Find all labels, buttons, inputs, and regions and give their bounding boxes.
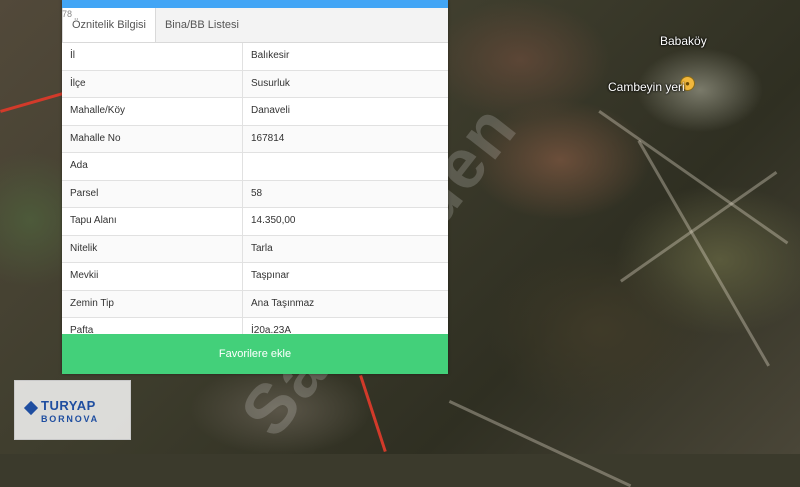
attribute-table: İl Balıkesir İlçe Susurluk Mahalle/Köy D…: [62, 43, 448, 346]
table-row: Mevkii Taşpınar: [62, 263, 448, 291]
corner-number: 78: [62, 9, 73, 19]
table-row: Parsel 58: [62, 180, 448, 208]
table-row: İl Balıkesir: [62, 43, 448, 71]
map-road: [448, 400, 632, 487]
attr-value: Ana Taşınmaz: [251, 297, 315, 309]
attr-value: Danaveli: [251, 105, 290, 116]
logo-mark-icon: [23, 400, 39, 416]
attr-value: Taşpınar: [251, 270, 290, 281]
table-row: Zemin Tip Ana Taşınmaz: [62, 290, 448, 318]
attr-key: İl: [62, 43, 243, 70]
add-to-favorites-button[interactable]: Favorilere ekle: [62, 334, 448, 374]
attr-key: Mahalle/Köy: [62, 98, 243, 125]
attr-value: 167814: [251, 132, 285, 144]
attr-key: İlçe: [62, 70, 243, 97]
attribute-panel: Öznitelik Bilgisi Bina/BB Listesi İl Bal…: [62, 0, 448, 374]
tab-building-list[interactable]: Bina/BB Listesi: [156, 8, 248, 42]
panel-accent-bar: [62, 0, 448, 8]
map-road: [598, 110, 789, 245]
attr-value: Balıkesir: [251, 50, 290, 61]
table-row: Mahalle No 167814: [62, 125, 448, 153]
attr-key: Parsel: [62, 180, 243, 207]
logo-line1: TURYAP: [41, 398, 96, 413]
attr-value: 14.350,00: [251, 215, 296, 226]
table-row: İlçe Susurluk: [62, 70, 448, 98]
boundary-line: [0, 90, 69, 113]
place-label: Cambeyin yeri: [608, 80, 685, 94]
table-row: Tapu Alanı 14.350,00: [62, 208, 448, 236]
turyap-logo: TURYAP BORNOVA: [14, 380, 131, 440]
attr-key: Nitelik: [62, 235, 243, 262]
panel-tabs: Öznitelik Bilgisi Bina/BB Listesi: [62, 8, 448, 43]
attr-key: Ada: [62, 153, 243, 180]
table-row: Mahalle/Köy Danaveli: [62, 98, 448, 126]
attr-value: Susurluk: [251, 77, 290, 89]
table-row: Ada: [62, 153, 448, 181]
village-label: Babaköy: [660, 34, 707, 48]
attr-value: 58: [251, 187, 263, 199]
tab-attribute-info[interactable]: Öznitelik Bilgisi: [62, 8, 156, 42]
boundary-line: [359, 375, 387, 453]
attr-key: Tapu Alanı: [62, 208, 243, 235]
attr-key: Mahalle No: [62, 125, 243, 152]
attr-value: [243, 153, 448, 180]
attr-key: Mevkii: [62, 263, 243, 290]
attr-value: Tarla: [251, 242, 273, 254]
map-road: [620, 171, 778, 283]
attr-key: Zemin Tip: [62, 290, 243, 317]
table-row: Nitelik Tarla: [62, 235, 448, 263]
logo-line2: BORNOVA: [41, 414, 99, 424]
